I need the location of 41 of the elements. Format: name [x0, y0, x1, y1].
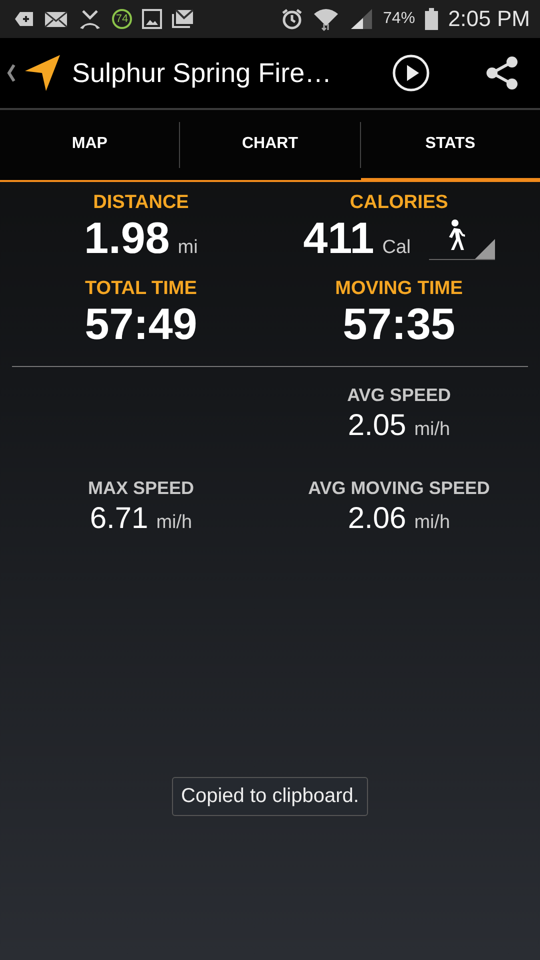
- stat-label: AVG MOVING SPEED: [308, 478, 490, 499]
- back-chevron-icon: [6, 63, 16, 83]
- tab[interactable]: CHART: [180, 110, 360, 182]
- share-icon[interactable]: [484, 55, 520, 91]
- stat-value: 1.98: [84, 214, 170, 264]
- notification-badge: 74: [112, 9, 132, 29]
- stat-label: TOTAL TIME: [85, 278, 197, 300]
- wifi-icon: [313, 7, 340, 31]
- tab[interactable]: MAP: [0, 110, 180, 182]
- toast-message: Copied to clipboard.: [172, 777, 368, 816]
- dropdown-corner-icon: [474, 239, 495, 259]
- stat-unit: Cal: [382, 237, 411, 259]
- stat-unit: mi/h: [414, 512, 450, 534]
- tab[interactable]: STATS: [360, 110, 540, 182]
- battery-icon: [425, 8, 438, 30]
- stat-value: 2.05: [348, 408, 406, 444]
- stat-unit: mi/h: [156, 512, 192, 534]
- stat-value: 57:35: [342, 300, 456, 350]
- clock-time: 2:05 PM: [448, 6, 530, 32]
- notification-icon: [14, 11, 34, 27]
- mail-icon: [44, 10, 68, 28]
- stat-label: MOVING TIME: [335, 278, 463, 300]
- stat-label: DISTANCE: [93, 192, 189, 214]
- stat-label: MAX SPEED: [88, 478, 194, 499]
- signal-icon: [349, 8, 374, 30]
- navigation-arrow-icon: [24, 54, 62, 92]
- picture-icon: [142, 9, 162, 29]
- activity-dropdown[interactable]: [428, 218, 495, 260]
- stat-value: 57:49: [84, 300, 198, 350]
- alarm-icon: [281, 8, 304, 30]
- stat-value: 411: [303, 214, 374, 264]
- stat-label: AVG SPEED: [347, 385, 451, 406]
- stat-unit: mi/h: [414, 419, 450, 441]
- battery-percent: 74%: [383, 10, 416, 28]
- stat-unit: mi: [178, 237, 198, 259]
- stat-label: CALORIES: [350, 192, 448, 214]
- home-button[interactable]: [6, 54, 62, 92]
- stat-value: 6.71: [90, 501, 148, 537]
- play-icon[interactable]: [392, 54, 430, 92]
- screen-title: Sulphur Spring Fire…: [72, 58, 332, 88]
- stat-value: 2.06: [348, 501, 406, 537]
